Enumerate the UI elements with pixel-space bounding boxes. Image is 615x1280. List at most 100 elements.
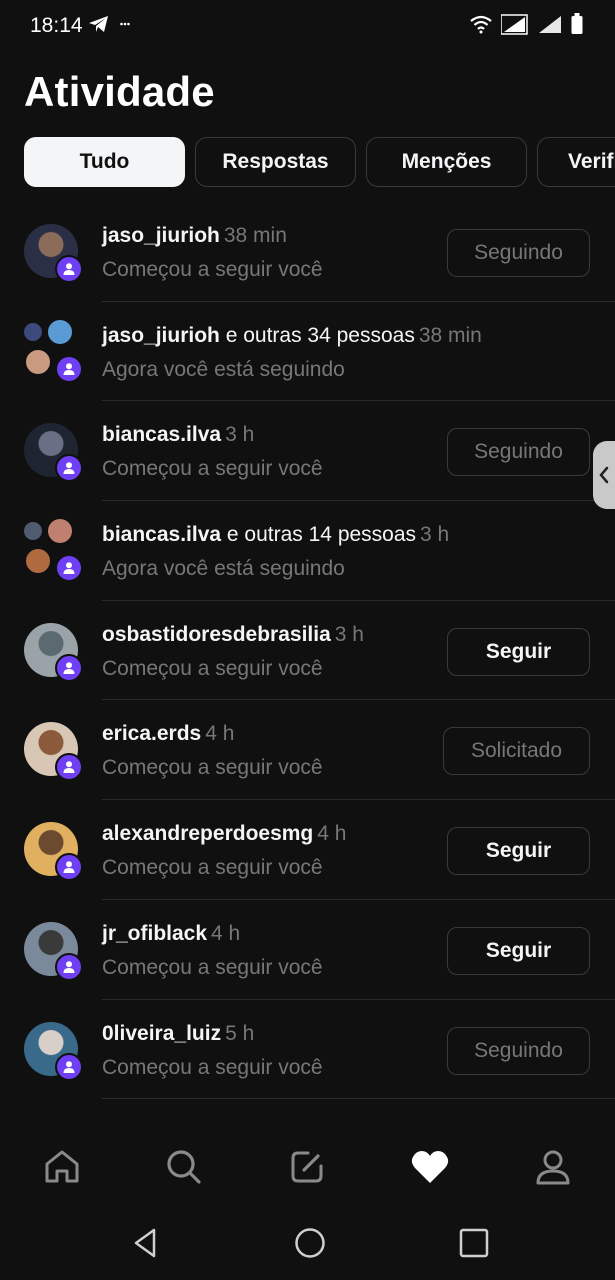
person-icon <box>63 562 75 575</box>
following-button[interactable]: Seguindo <box>447 229 590 277</box>
more-icon <box>120 22 130 26</box>
avatar-small <box>24 547 52 576</box>
person-icon <box>63 961 75 973</box>
timestamp: 5 h <box>225 1021 255 1045</box>
person-icon <box>63 263 75 275</box>
system-home[interactable] <box>292 1225 328 1261</box>
username[interactable]: 0liveira_luiz <box>102 1022 221 1045</box>
signal-2-icon <box>539 16 561 33</box>
avatar-group[interactable] <box>24 224 83 283</box>
username[interactable]: biancas.ilva <box>102 423 221 446</box>
nav-profile[interactable] <box>533 1147 573 1187</box>
tab-tudo[interactable]: Tudo <box>24 137 185 187</box>
activity-row[interactable]: biancas.ilva e outras 14 pessoas 3 h Agora… <box>0 501 615 601</box>
activity-row[interactable]: jaso_jiurioh 38 min Começou a seguir você S… <box>0 202 615 302</box>
follow-badge <box>55 653 83 682</box>
timestamp: 4 h <box>211 921 241 945</box>
username[interactable]: jaso_jiurioh <box>102 224 220 247</box>
person-icon <box>63 761 75 774</box>
avatar-group[interactable] <box>22 517 83 583</box>
follow-badge <box>55 454 83 483</box>
follow-badge <box>55 753 83 782</box>
avatar-group[interactable] <box>24 622 83 682</box>
activity-text: Começou a seguir você <box>102 457 323 481</box>
activity-list: jaso_jiurioh 38 min Começou a seguir você S… <box>0 202 615 1127</box>
person-icon <box>63 861 75 874</box>
avatar-small <box>46 317 74 346</box>
follow-badge <box>55 952 83 981</box>
timestamp: 38 min <box>418 323 482 347</box>
avatar-group[interactable] <box>24 722 83 782</box>
following-button[interactable]: Seguindo <box>447 1026 590 1075</box>
search-icon <box>167 1150 201 1184</box>
person-icon <box>63 1060 75 1073</box>
activity-text: Começou a seguir você <box>102 856 323 880</box>
page-title: Atividade <box>24 68 215 115</box>
person-icon <box>63 362 75 375</box>
activity-title: jr_ofiblack 4 h <box>102 922 240 946</box>
compose-icon <box>291 1151 323 1183</box>
filter-tabs: Tudo Respostas Menções Verifi <box>24 137 615 187</box>
username[interactable]: alexandreperdoesmg <box>102 822 313 845</box>
nav-home[interactable] <box>42 1147 82 1187</box>
avatar-group[interactable] <box>22 317 83 383</box>
follow-badge <box>55 1052 83 1081</box>
home-icon <box>45 1150 79 1183</box>
activity-text: Agora você está seguindo <box>102 357 345 381</box>
username[interactable]: biancas.ilva <box>102 523 221 546</box>
battery-icon <box>571 13 583 34</box>
timestamp: 3 h <box>334 622 364 646</box>
timestamp: 4 h <box>205 722 235 746</box>
avatar-small <box>22 320 44 343</box>
activity-title: biancas.ilva 3 h <box>102 423 254 447</box>
back-icon <box>134 1228 156 1258</box>
avatar-group[interactable] <box>24 423 83 483</box>
activity-suffix: e outras 14 pessoas <box>221 523 417 547</box>
wifi-icon <box>470 15 492 34</box>
activity-text: Começou a seguir você <box>102 258 323 281</box>
system-navigation-bar <box>0 1207 615 1280</box>
telegram-icon <box>89 16 108 32</box>
following-button[interactable]: Seguindo <box>447 428 590 477</box>
side-panel-handle[interactable] <box>593 441 615 509</box>
avatar-group[interactable] <box>24 1021 83 1081</box>
avatar-group[interactable] <box>24 921 83 981</box>
activity-row[interactable]: 0liveira_luiz 5 h Começou a seguir você Seg… <box>0 1000 615 1100</box>
activity-row[interactable]: jaso_jiurioh e outras 34 pessoas 38 min Ag… <box>0 302 615 402</box>
tab-respostas[interactable]: Respostas <box>195 137 356 187</box>
avatar-small <box>46 517 74 546</box>
home-circle-icon <box>295 1228 325 1258</box>
activity-row[interactable]: jr_ofiblack 4 h Começou a seguir você Segui… <box>0 900 615 1000</box>
heart-icon <box>411 1151 449 1183</box>
requested-button[interactable]: Solicitado <box>443 727 590 776</box>
activity-row[interactable]: osbastidoresdebrasilia 3 h Começou a segui… <box>0 601 615 701</box>
activity-row[interactable]: alexandreperdoesmg 4 h Começou a seguir vo… <box>0 800 615 900</box>
username[interactable]: erica.erds <box>102 722 201 745</box>
nav-activity[interactable] <box>410 1147 450 1187</box>
username[interactable]: osbastidoresdebrasilia <box>102 623 331 646</box>
tab-mencoes[interactable]: Menções <box>366 137 527 187</box>
signal-icon <box>501 14 528 35</box>
activity-title: jaso_jiurioh e outras 34 pessoas 38 min <box>102 324 482 348</box>
timestamp: 3 h <box>225 423 255 447</box>
tab-verificados[interactable]: Verifi <box>537 137 615 187</box>
system-back[interactable] <box>128 1225 164 1261</box>
nav-search[interactable] <box>164 1147 204 1187</box>
avatar-group[interactable] <box>24 822 83 882</box>
username[interactable]: jr_ofiblack <box>102 922 207 945</box>
activity-text: Agora você está seguindo <box>102 557 345 581</box>
divider <box>102 1098 615 1100</box>
activity-suffix: e outras 34 pessoas <box>219 323 415 347</box>
activity-row[interactable]: erica.erds 4 h Começou a seguir você Solici… <box>0 700 615 801</box>
follow-button[interactable]: Seguir <box>447 627 590 676</box>
follow-button[interactable]: Seguir <box>447 827 590 876</box>
follow-button[interactable]: Seguir <box>447 926 590 975</box>
activity-title: 0liveira_luiz 5 h <box>102 1022 254 1046</box>
nav-compose[interactable] <box>287 1147 327 1187</box>
system-recents[interactable] <box>456 1225 492 1261</box>
username[interactable]: jaso_jiurioh <box>102 324 220 347</box>
activity-row[interactable]: biancas.ilva 3 h Começou a seguir você Segu… <box>0 401 615 502</box>
activity-text: Começou a seguir você <box>102 955 323 979</box>
recents-icon <box>459 1228 489 1258</box>
chevron-left-icon <box>599 466 609 484</box>
